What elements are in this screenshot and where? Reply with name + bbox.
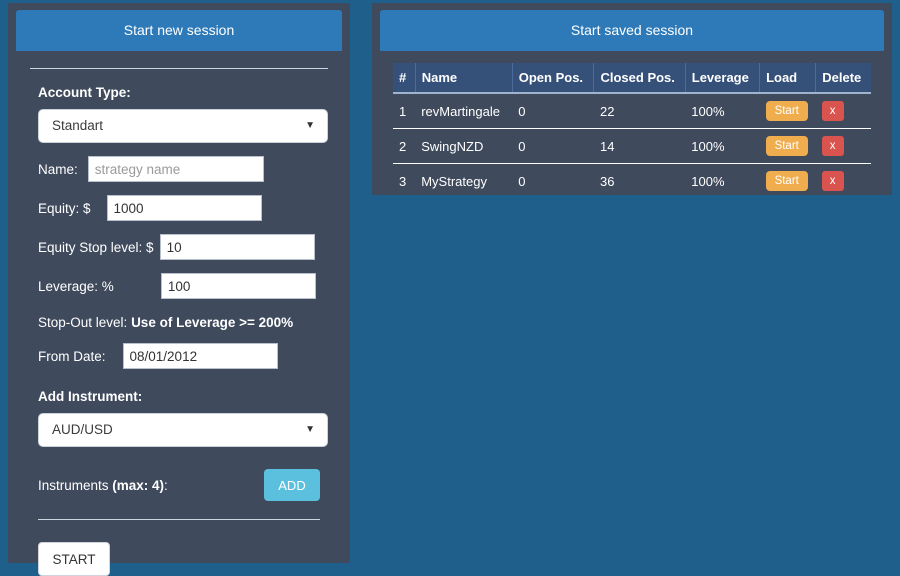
table-row: 2 SwingNZD 0 14 100% Start x bbox=[393, 128, 871, 164]
equity-stop-label: Equity Stop level: $ bbox=[38, 239, 154, 255]
load-session-button[interactable]: Start bbox=[765, 136, 808, 156]
column-header-closed-pos: Closed Pos. bbox=[593, 63, 686, 94]
table-header: # Name Open Pos. Closed Pos. Leverage Lo… bbox=[393, 63, 871, 94]
cell-open-pos: 0 bbox=[518, 173, 526, 189]
leverage-input[interactable] bbox=[160, 273, 316, 299]
equity-row: Equity: $ bbox=[38, 195, 320, 221]
from-date-label: From Date: bbox=[38, 348, 106, 364]
new-session-panel: Start new session Account Type: Standart… bbox=[8, 3, 350, 576]
instruments-row: Instruments (max: 4): ADD bbox=[38, 469, 320, 501]
load-session-button[interactable]: Start bbox=[765, 101, 808, 121]
column-header-leverage: Leverage bbox=[685, 63, 761, 94]
cell-closed-pos: 36 bbox=[599, 173, 615, 189]
equity-stop-input[interactable] bbox=[159, 234, 315, 260]
cell-index: 3 bbox=[399, 173, 407, 189]
leverage-label: Leverage: % bbox=[38, 278, 114, 294]
column-header-open-pos: Open Pos. bbox=[512, 63, 595, 94]
cell-name: revMartingale bbox=[415, 93, 513, 129]
column-header-load: Load bbox=[759, 63, 817, 94]
new-session-header: Start new session bbox=[16, 10, 342, 51]
chevron-down-icon: ▼ bbox=[305, 120, 315, 131]
cell-load: Start bbox=[760, 164, 816, 199]
header-divider bbox=[30, 68, 328, 69]
delete-session-button[interactable]: x bbox=[821, 101, 844, 121]
form-divider bbox=[38, 519, 320, 520]
stopout-row: Stop-Out level: Use of Leverage >= 200% bbox=[38, 315, 320, 330]
cell-open-pos: 0 bbox=[512, 128, 594, 164]
cell-index: 1 bbox=[393, 93, 416, 129]
saved-session-header: Start saved session bbox=[380, 10, 884, 51]
cell-name: MyStrategy bbox=[421, 173, 487, 189]
stopout-value: Use of Leverage >= 200% bbox=[131, 315, 294, 330]
add-instrument-label: Add Instrument: bbox=[38, 389, 143, 404]
cell-open-pos: 0 bbox=[512, 93, 594, 129]
table-header-row: # Name Open Pos. Closed Pos. Leverage Lo… bbox=[393, 63, 871, 94]
leverage-row: Leverage: % bbox=[38, 273, 320, 299]
add-instrument-button[interactable]: ADD bbox=[264, 469, 320, 501]
cell-delete: x bbox=[816, 164, 871, 199]
column-header-delete: Delete bbox=[815, 63, 871, 94]
new-session-form: Account Type: Standart ▼ Name: Equity: $… bbox=[8, 85, 350, 576]
equity-label: Equity: $ bbox=[38, 200, 91, 216]
cell-closed-pos: 14 bbox=[593, 128, 686, 164]
cell-name: SwingNZD bbox=[415, 128, 513, 164]
cell-load: Start bbox=[759, 93, 816, 129]
name-row: Name: bbox=[38, 156, 320, 182]
start-session-button[interactable]: START bbox=[38, 542, 110, 576]
delete-session-button[interactable]: x bbox=[821, 136, 844, 156]
instruments-label-suffix: : bbox=[164, 477, 168, 493]
cell-delete: x bbox=[815, 93, 871, 129]
saved-sessions-table: # Name Open Pos. Closed Pos. Leverage Lo… bbox=[393, 63, 871, 198]
cell-load: Start bbox=[759, 128, 816, 164]
cell-leverage: 100% bbox=[685, 93, 760, 129]
chevron-down-icon: ▼ bbox=[305, 424, 315, 435]
account-type-label: Account Type: bbox=[38, 85, 131, 100]
cell-delete: x bbox=[815, 128, 871, 164]
table-row: 3 MyStrategy 0 36 100% Start x bbox=[393, 164, 871, 199]
account-type-value: Standart bbox=[52, 118, 104, 133]
delete-session-button[interactable]: x bbox=[821, 171, 844, 191]
instruments-label-prefix: Instruments bbox=[38, 477, 113, 493]
stopout-label: Stop-Out level: bbox=[38, 315, 128, 330]
from-date-row: From Date: bbox=[38, 343, 320, 369]
instrument-select[interactable]: AUD/USD ▼ bbox=[38, 413, 328, 447]
instrument-value: AUD/USD bbox=[52, 422, 113, 437]
instruments-label: Instruments (max: 4): bbox=[38, 478, 168, 493]
cell-index: 2 bbox=[393, 128, 416, 164]
from-date-input[interactable] bbox=[122, 343, 278, 369]
equity-input[interactable] bbox=[106, 195, 262, 221]
equity-stop-row: Equity Stop level: $ bbox=[38, 234, 320, 260]
instruments-max: (max: 4) bbox=[112, 477, 165, 493]
cell-closed-pos: 22 bbox=[593, 93, 686, 129]
column-header-name: Name bbox=[415, 63, 513, 94]
account-type-select[interactable]: Standart ▼ bbox=[38, 109, 328, 143]
cell-leverage: 100% bbox=[691, 173, 725, 189]
table-body: 1 revMartingale 0 22 100% Start x 2 Swin… bbox=[393, 93, 871, 198]
load-session-button[interactable]: Start bbox=[765, 171, 808, 191]
cell-leverage: 100% bbox=[685, 128, 760, 164]
column-header-index: # bbox=[393, 63, 416, 94]
strategy-name-input[interactable] bbox=[87, 156, 264, 182]
saved-session-panel: Start saved session # Name Open Pos. Clo… bbox=[372, 3, 892, 195]
table-row: 1 revMartingale 0 22 100% Start x bbox=[393, 93, 871, 129]
name-label: Name: bbox=[38, 161, 78, 177]
